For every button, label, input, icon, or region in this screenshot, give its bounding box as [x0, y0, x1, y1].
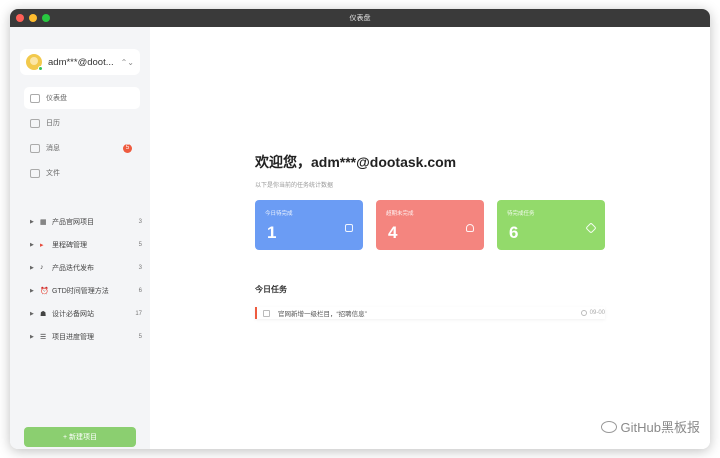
wechat-icon	[600, 420, 617, 433]
minimize-window-button[interactable]	[29, 14, 37, 22]
app-window: 仪表盘 adm***@doot... ⌃⌄ 仪表盘 日历 消息 5 文件 ▶ ▦…	[10, 9, 710, 449]
calendar-icon	[345, 224, 353, 232]
watermark-text: GitHub黑板报	[620, 420, 700, 435]
stat-card-today[interactable]: 今日待完成 1	[255, 200, 363, 250]
page-subtitle: 以下是你当前的任务统计数据	[255, 183, 334, 189]
expand-arrow-icon[interactable]: ▶	[30, 311, 40, 317]
task-time-text: 09-00	[589, 310, 605, 316]
main-content: 欢迎您，adm***@dootask.com 以下是你当前的任务统计数据 今日待…	[150, 27, 710, 449]
expand-arrow-icon[interactable]: ▶	[30, 265, 40, 271]
task-time: 09-00	[580, 310, 605, 316]
file-icon	[30, 168, 40, 178]
stat-value: 4	[388, 223, 398, 242]
project-emoji-icon: ☗	[40, 310, 47, 318]
project-count: 3	[138, 218, 142, 225]
window-controls	[16, 14, 50, 22]
stat-label: 今日待完成	[265, 211, 293, 217]
close-window-button[interactable]	[16, 14, 24, 22]
expand-arrow-icon[interactable]: ▶	[30, 242, 40, 248]
task-title: 官网新增一级栏目，“招聘信息”	[278, 311, 367, 318]
stat-label: 待完成任务	[507, 211, 535, 217]
project-name: 项目进度管理	[52, 333, 94, 341]
expand-arrow-icon[interactable]: ▶	[30, 288, 40, 294]
sidebar: adm***@doot... ⌃⌄ 仪表盘 日历 消息 5 文件 ▶ ▦ 产品官…	[10, 27, 150, 449]
expand-arrow-icon[interactable]: ▶	[30, 219, 40, 225]
nav-label: 消息	[46, 145, 60, 152]
expand-arrow-icon[interactable]: ▶	[30, 334, 40, 340]
project-emoji-icon: ☰	[40, 333, 47, 341]
user-switcher[interactable]: adm***@doot... ⌃⌄	[20, 49, 140, 75]
nav-item-files[interactable]: 文件	[24, 162, 140, 184]
new-project-button[interactable]: + 新建项目	[24, 427, 136, 447]
nav-item-messages[interactable]: 消息 5	[24, 137, 140, 159]
user-name: adm***@doot...	[48, 56, 114, 68]
project-item[interactable]: ▶ ▸ 里程碑管理 5	[30, 233, 142, 256]
project-item[interactable]: ▶ ☰ 项目进度管理 5	[30, 325, 142, 348]
project-emoji-icon: ⏰	[40, 287, 49, 295]
stat-value: 1	[267, 223, 277, 242]
dashboard-icon	[30, 93, 40, 103]
project-name: 产品迭代发布	[52, 264, 94, 272]
task-checkbox[interactable]	[263, 309, 270, 317]
project-emoji-icon: ▦	[40, 218, 47, 226]
nav-label: 日历	[46, 120, 60, 127]
project-count: 6	[138, 287, 142, 294]
window-title: 仪表盘	[349, 15, 371, 22]
nav-item-dashboard[interactable]: 仪表盘	[24, 87, 140, 109]
project-count: 17	[135, 310, 142, 317]
project-name: 设计必备网站	[52, 310, 94, 318]
tasks-heading: 今日任务	[255, 285, 287, 294]
stat-card-overdue[interactable]: 超期未完成 4	[376, 200, 484, 250]
nav-label: 文件	[46, 170, 60, 177]
project-item[interactable]: ▶ ☗ 设计必备网站 17	[30, 302, 142, 325]
avatar	[26, 54, 43, 71]
calendar-icon	[30, 118, 40, 128]
project-count: 3	[138, 264, 142, 271]
nav-item-calendar[interactable]: 日历	[24, 112, 140, 134]
chevron-updown-icon: ⌃⌄	[120, 57, 134, 67]
project-name: GTD时间管理方法	[52, 287, 109, 295]
maximize-window-button[interactable]	[42, 14, 50, 22]
stat-cards: 今日待完成 1 超期未完成 4 待完成任务 6	[255, 200, 605, 250]
page-title: 欢迎您，adm***@dootask.com	[255, 154, 457, 170]
project-item[interactable]: ▶ ♪ 产品迭代发布 3	[30, 256, 142, 279]
nav-label: 仪表盘	[46, 95, 67, 102]
project-emoji-icon: ▸	[40, 241, 44, 249]
stat-label: 超期未完成	[386, 211, 414, 217]
watermark: GitHub黑板报	[600, 417, 700, 436]
project-count: 5	[138, 333, 142, 340]
project-item[interactable]: ▶ ▦ 产品官网项目 3	[30, 210, 142, 233]
online-status-dot	[38, 66, 43, 71]
stat-card-pending[interactable]: 待完成任务 6	[497, 200, 605, 250]
cube-icon	[585, 222, 597, 234]
message-icon	[30, 143, 40, 153]
task-row[interactable]: 官网新增一级栏目，“招聘信息” 09-00	[255, 307, 605, 319]
clock-icon	[580, 310, 587, 316]
project-count: 5	[138, 241, 142, 248]
project-name: 产品官网项目	[52, 218, 94, 226]
stat-value: 6	[509, 223, 519, 242]
title-bar: 仪表盘	[10, 9, 710, 27]
project-name: 里程碑管理	[52, 241, 87, 249]
project-list: ▶ ▦ 产品官网项目 3 ▶ ▸ 里程碑管理 5 ▶ ♪ 产品迭代发布 3 ▶ …	[30, 210, 142, 348]
project-emoji-icon: ♪	[40, 264, 44, 271]
project-item[interactable]: ▶ ⏰ GTD时间管理方法 6	[30, 279, 142, 302]
alarm-icon	[466, 224, 474, 232]
main-nav: 仪表盘 日历 消息 5 文件	[24, 87, 140, 187]
unread-badge: 5	[123, 143, 132, 153]
